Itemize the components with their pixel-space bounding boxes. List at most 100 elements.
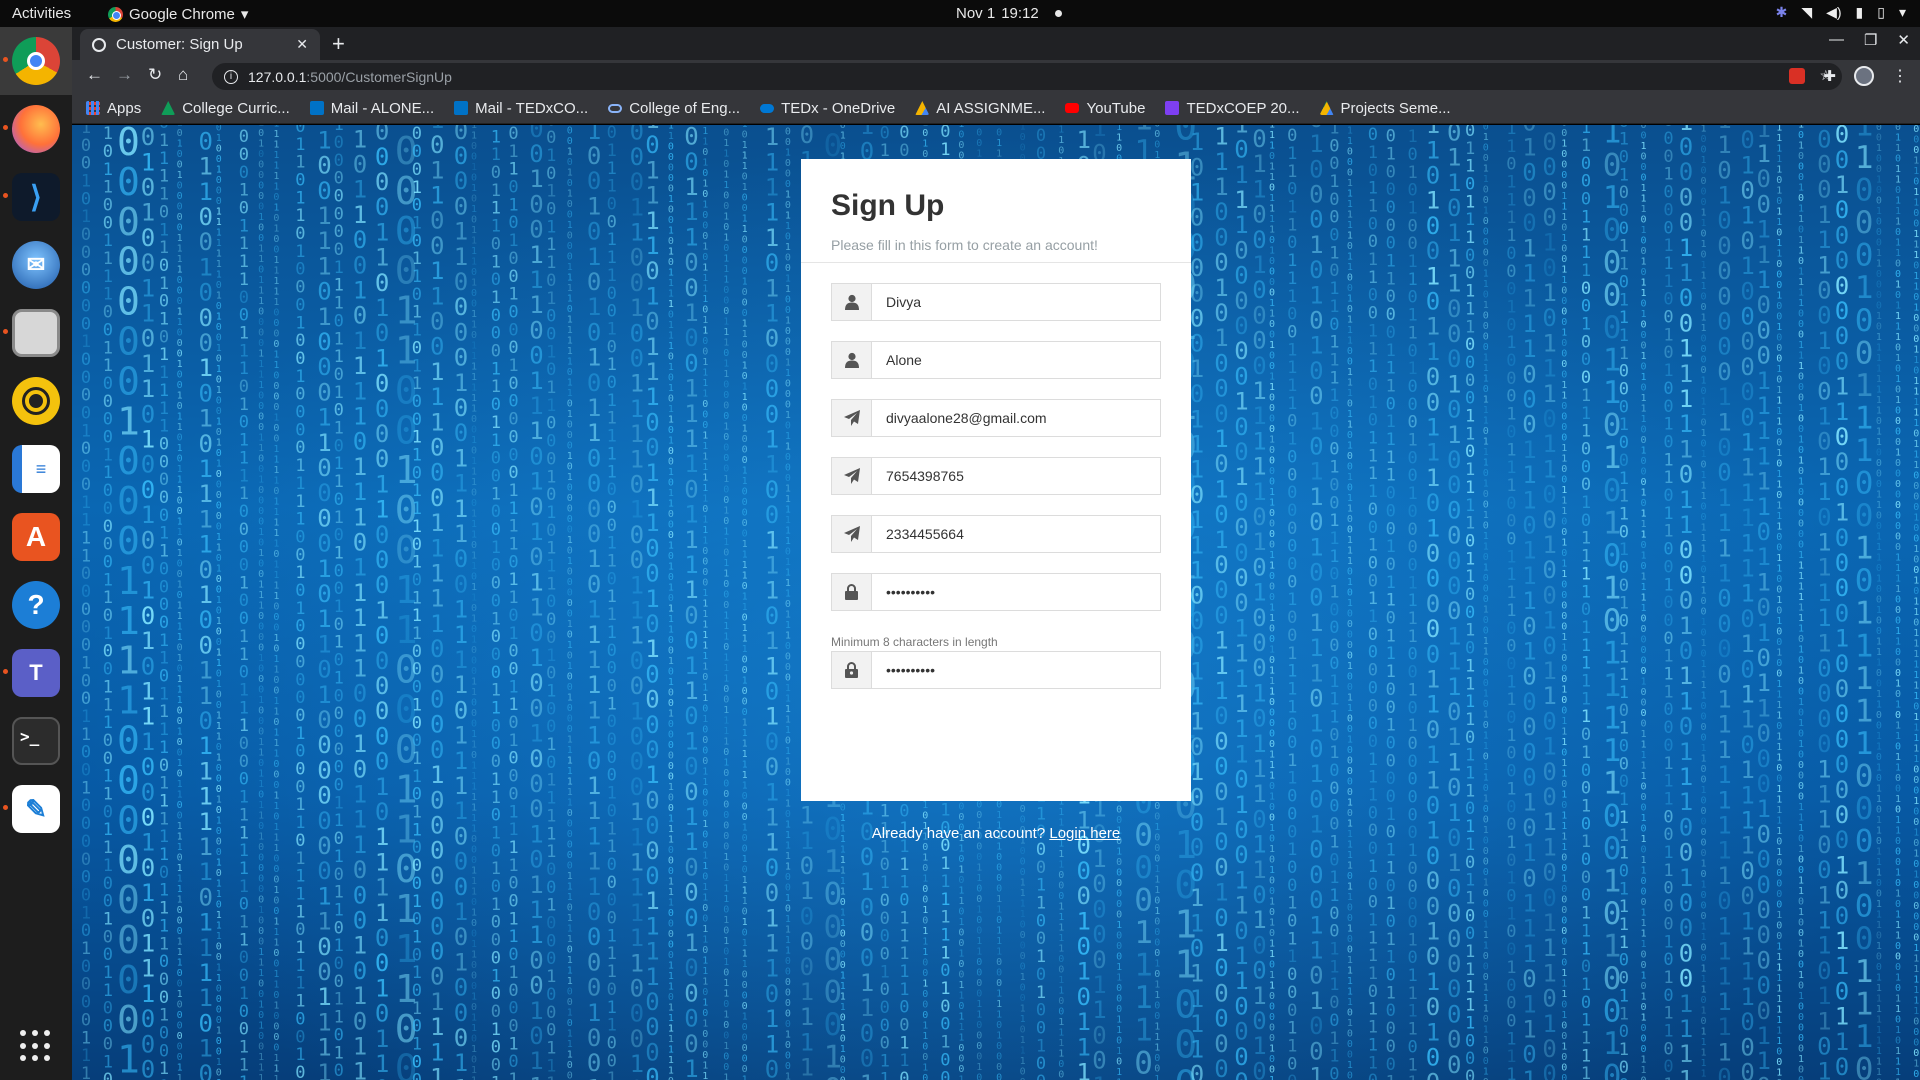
binary-digit: 1 <box>1252 453 1266 481</box>
bookmark-tedx-onedrive[interactable]: TEDx - OneDrive <box>760 100 895 117</box>
binary-digit: 1 <box>177 359 183 370</box>
binary-digit: 1 <box>317 681 331 709</box>
back-icon[interactable]: ← <box>86 65 103 85</box>
binary-digit: 1 <box>317 252 331 280</box>
reload-icon[interactable]: ↻ <box>148 65 162 85</box>
new-tab-button[interactable]: + <box>332 31 345 57</box>
dock-thunderbird[interactable]: ✉ <box>0 231 72 299</box>
bookmark-mail-alone[interactable]: Mail - ALONE... <box>309 100 434 117</box>
app-menu[interactable]: Google Chrome ▾ <box>108 5 248 23</box>
forward-icon[interactable]: → <box>116 65 133 85</box>
binary-digit: 1 <box>1269 161 1275 172</box>
binary-digit: 1 <box>1269 760 1275 771</box>
dock-writer[interactable]: ≡ <box>0 435 72 503</box>
restore-icon[interactable]: ❐ <box>1864 31 1877 49</box>
show-applications-icon[interactable] <box>20 1030 52 1062</box>
activities-button[interactable]: Activities <box>12 5 71 22</box>
extension-red-icon[interactable] <box>1789 68 1806 84</box>
binary-digit: 0 <box>1641 1002 1647 1013</box>
dock-help[interactable]: ? <box>0 571 72 639</box>
home-icon[interactable]: ⌂ <box>178 65 188 85</box>
binary-digit: 1 <box>1116 920 1122 931</box>
binary-column: 001001110011101010110100100010111001011 <box>529 125 543 1080</box>
dock-rhythmbox[interactable] <box>0 367 72 435</box>
bookmark-label: College of Eng... <box>629 100 740 117</box>
binary-digit: 1 <box>141 148 155 176</box>
binary-digit: 1 <box>353 932 367 960</box>
bookmark-college-eng[interactable]: College of Eng... <box>608 100 740 117</box>
binary-digit: 0 <box>216 1004 222 1015</box>
binary-digit: 1 <box>1641 813 1647 824</box>
dock-software[interactable]: A <box>0 503 72 571</box>
menu-dots-icon[interactable]: ⋮ <box>1892 66 1908 86</box>
tab-customer-signup[interactable]: Customer: Sign Up ✕ <box>80 29 320 60</box>
binary-digit: 1 <box>1561 327 1567 338</box>
binary-digit: 0 <box>630 546 644 574</box>
binary-digit: 1 <box>1269 686 1275 697</box>
binary-digit: 0 <box>1020 1025 1026 1036</box>
list-icon <box>1165 101 1180 115</box>
binary-digit: 1 <box>1483 478 1489 489</box>
binary-digit: 1 <box>1483 919 1489 930</box>
teams-tray-icon[interactable]: ✱ <box>1776 4 1788 21</box>
binary-digit: 0 <box>273 990 279 1001</box>
chevron-down-icon[interactable]: ▾ <box>1899 4 1906 21</box>
binary-digit: 0 <box>1309 836 1323 864</box>
profile-avatar[interactable] <box>1854 66 1874 86</box>
bookmark-mail-tedx[interactable]: Mail - TEDxCO... <box>454 100 588 117</box>
binary-digit: 1 <box>471 162 477 173</box>
binary-digit: 1 <box>353 1058 367 1080</box>
binary-digit: 0 <box>1483 625 1489 636</box>
dock-firefox[interactable] <box>0 95 72 163</box>
bookmark-tedxcoep[interactable]: TEDxCOEP 20... <box>1165 100 1300 117</box>
binary-digit: 0 <box>1190 380 1204 408</box>
dock-text-editor[interactable]: ✎ <box>0 775 72 843</box>
minimize-icon[interactable]: — <box>1829 31 1844 49</box>
bookmark-projects[interactable]: Projects Seme... <box>1319 100 1451 117</box>
bookmark-youtube[interactable]: YouTube <box>1065 100 1145 117</box>
bookmark-college-curric[interactable]: College Curric... <box>161 100 290 117</box>
binary-digit: 0 <box>1641 960 1647 971</box>
binary-digit: 1 <box>630 798 644 826</box>
dock-files[interactable] <box>0 299 72 367</box>
binary-digit: 1 <box>1641 1013 1647 1024</box>
binary-digit: 0 <box>996 1041 1002 1052</box>
bookmark-apps[interactable]: Apps <box>86 100 141 117</box>
dock-chrome[interactable] <box>0 27 72 95</box>
binary-digit: 1 <box>1269 193 1275 204</box>
binary-digit: 0 <box>1269 277 1275 288</box>
binary-digit: 1 <box>860 868 874 896</box>
binary-digit: 0 <box>430 434 444 462</box>
binary-digit: 0 <box>742 833 748 844</box>
close-icon[interactable]: ✕ <box>296 36 308 53</box>
binary-digit: 0 <box>471 572 477 583</box>
binary-digit: 1 <box>1154 990 1160 1001</box>
binary-digit: 0 <box>630 345 644 373</box>
binary-digit: 0 <box>1252 654 1266 682</box>
address-bar[interactable]: i 127.0.0.1:5000/CustomerSignUp ⚿ ☆ <box>212 63 1842 90</box>
binary-digit: 1 <box>1641 677 1647 688</box>
binary-digit: 0 <box>587 747 601 775</box>
binary-digit: 1 <box>177 684 183 695</box>
binary-digit: 0 <box>471 645 477 656</box>
binary-digit: 1 <box>1116 1067 1122 1078</box>
system-tray[interactable]: ✱ ◥ ◀) ▮ ▯ ▾ <box>1776 4 1906 21</box>
binary-digit: 1 <box>1426 136 1440 164</box>
binary-digit: 1 <box>1214 627 1228 655</box>
binary-digit: 1 <box>630 193 644 221</box>
dock-terminal[interactable]: >_ <box>0 707 72 775</box>
dock-teams[interactable]: T <box>0 639 72 707</box>
binary-digit: 0 <box>177 978 183 989</box>
binary-digit: 1 <box>1347 199 1353 210</box>
site-info-icon[interactable]: i <box>224 69 238 84</box>
bookmark-ai-assignment[interactable]: AI ASSIGNME... <box>915 100 1045 117</box>
binary-digit: 0 <box>141 1056 155 1080</box>
binary-digit: 0 <box>1269 907 1275 918</box>
binary-digit: 0 <box>258 874 264 885</box>
binary-digit: 1 <box>141 375 155 403</box>
close-window-icon[interactable]: ✕ <box>1897 31 1910 49</box>
binary-digit: 0 <box>1561 957 1567 968</box>
clock[interactable]: Nov 1 19:12 <box>956 5 1062 22</box>
puzzle-icon[interactable]: ✚ <box>1823 67 1836 85</box>
dock-vscode[interactable]: ⟩ <box>0 163 72 231</box>
